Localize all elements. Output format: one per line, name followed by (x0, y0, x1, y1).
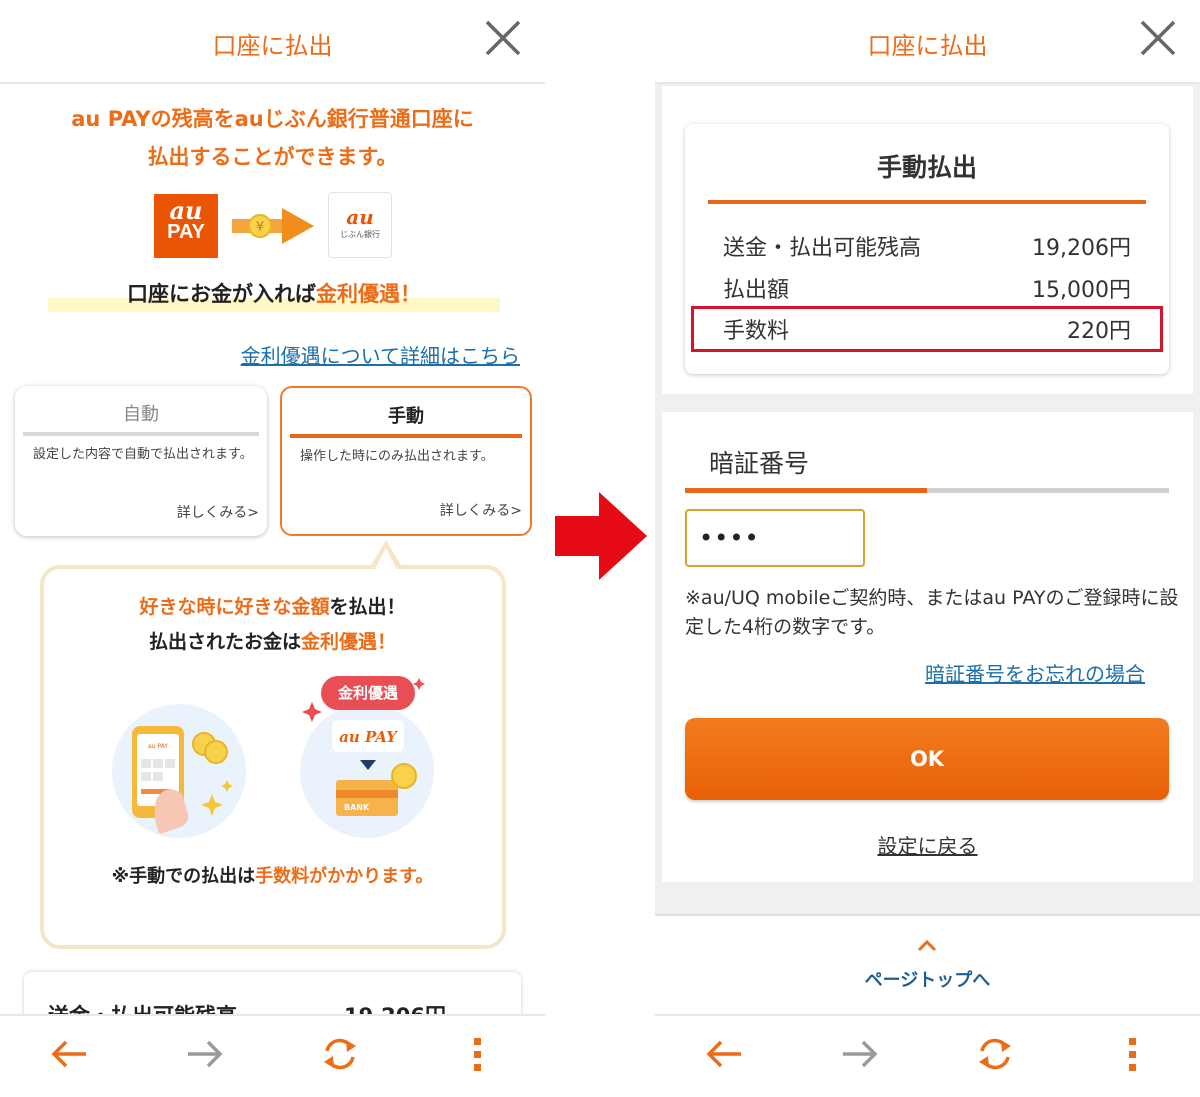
manual-mode-desc: 操作した時にのみ払出されます。 (300, 449, 494, 464)
summary-row-value: 19,206円 (1032, 236, 1131, 261)
intro-text: au PAYの残高をauじぶん銀行普通口座に 払出することができます。 (0, 100, 545, 176)
pin-progress-fill (685, 488, 927, 493)
pin-progress-track (685, 488, 1169, 493)
manual-mode-bar (290, 434, 522, 438)
summary-row-value: 15,000円 (1032, 278, 1131, 303)
back-arrow-icon[interactable] (703, 1032, 747, 1076)
header: 口座に払出 (0, 0, 545, 84)
more-vert-icon[interactable] (1111, 1032, 1155, 1076)
transition-arrow-icon (555, 492, 647, 580)
close-icon[interactable] (1138, 18, 1178, 58)
summary-bar (708, 200, 1146, 204)
browser-nav-bar (0, 1014, 545, 1097)
back-to-settings-link[interactable]: 設定に戻る (878, 834, 978, 858)
fee-highlight-box (691, 306, 1163, 352)
back-arrow-icon[interactable] (48, 1032, 92, 1076)
auto-mode-desc: 設定した内容で自動で払出されます。 (33, 447, 253, 462)
svg-text:BANK: BANK (344, 803, 370, 812)
interest-detail-link[interactable]: 金利優遇について詳細はこちら (241, 340, 520, 369)
page-title: 口座に払出 (867, 32, 988, 60)
browser-nav-bar (655, 1014, 1200, 1097)
yen-transfer-arrow-icon: ¥ (232, 208, 314, 244)
forward-arrow-icon[interactable] (182, 1032, 226, 1076)
summary-row: 送金・払出可能残高 19,206円 (723, 224, 1131, 264)
svg-text:au PAY: au PAY (148, 743, 168, 750)
more-vert-icon[interactable] (456, 1032, 500, 1076)
left-screen: 口座に払出 au PAYの残高をauじぶん銀行普通口座に 払出することができます… (0, 0, 545, 1097)
bank-deposit-illustration: au PAY BANK (302, 678, 425, 816)
pin-title: 暗証番号 (709, 449, 810, 478)
summary-title: 手動払出 (876, 153, 977, 182)
intro-line-1: au PAYの残高をauじぶん銀行普通口座に (71, 107, 474, 131)
summary-row-label: 払出額 (723, 278, 790, 303)
svg-text:¥: ¥ (256, 220, 264, 235)
right-screen: 口座に払出 手動払出 送金・払出可能残高 19,206円 払出額 15,000円… (655, 0, 1200, 1097)
page-top-link[interactable]: ページトップへ (655, 966, 1200, 992)
auto-mode-bar (23, 432, 259, 436)
manual-mode-more-link[interactable]: 詳しくみる> (440, 500, 522, 520)
manual-mode-title: 手動 (388, 406, 424, 427)
chevron-up-icon[interactable] (917, 938, 937, 952)
auto-mode-title: 自動 (123, 404, 159, 425)
summary-row-label: 送金・払出可能残高 (723, 236, 922, 261)
phone-payment-illustration: au PAY (132, 726, 233, 834)
svg-text:au PAY: au PAY (339, 728, 398, 746)
close-icon[interactable] (483, 18, 523, 58)
manual-summary-card: 手動払出 送金・払出可能残高 19,206円 払出額 15,000円 手数料 2… (685, 124, 1169, 374)
summary-row: 払出額 15,000円 (723, 266, 1131, 306)
tip-line-1: 好きな時に好きな金額を払出！ (139, 596, 406, 618)
tip-line-2: 払出されたお金は金利優遇！ (148, 631, 397, 653)
back-to-settings: 設定に戻る (655, 830, 1200, 859)
interest-highlight: 口座にお金が入れば金利優遇！ (48, 276, 500, 314)
auto-mode-card[interactable]: 自動 設定した内容で自動で払出されます。 詳しくみる> (15, 386, 267, 536)
ok-button[interactable]: OK (685, 718, 1169, 800)
manual-mode-card[interactable]: 手動 操作した時にのみ払出されます。 詳しくみる> (280, 386, 532, 536)
forgot-pin-link[interactable]: 暗証番号をお忘れの場合 (925, 658, 1145, 687)
pin-input[interactable]: •••• (685, 509, 865, 567)
reload-icon[interactable] (973, 1032, 1017, 1076)
page-top-section: ページトップへ (655, 914, 1200, 1014)
fee-note: ※手動での払出は手数料がかかります。 (111, 866, 434, 887)
page-title: 口座に払出 (212, 32, 333, 60)
pin-section (662, 412, 1193, 882)
forward-arrow-icon[interactable] (837, 1032, 881, 1076)
jibun-bank-logo: au じぶん銀行 (328, 192, 392, 258)
reload-icon[interactable] (318, 1032, 362, 1076)
pin-note: ※au/UQ mobileご契約時、またはau PAYのご登録時に設定した4桁の… (685, 587, 1179, 638)
aupay-logo: au PAY (154, 194, 218, 258)
transfer-flow: au PAY ¥ au じぶん銀行 (150, 192, 398, 260)
intro-line-2: 払出することができます。 (147, 145, 398, 169)
tip-pointer-inner (375, 548, 397, 569)
auto-mode-more-link[interactable]: 詳しくみる> (177, 502, 259, 522)
header: 口座に払出 (655, 0, 1200, 84)
